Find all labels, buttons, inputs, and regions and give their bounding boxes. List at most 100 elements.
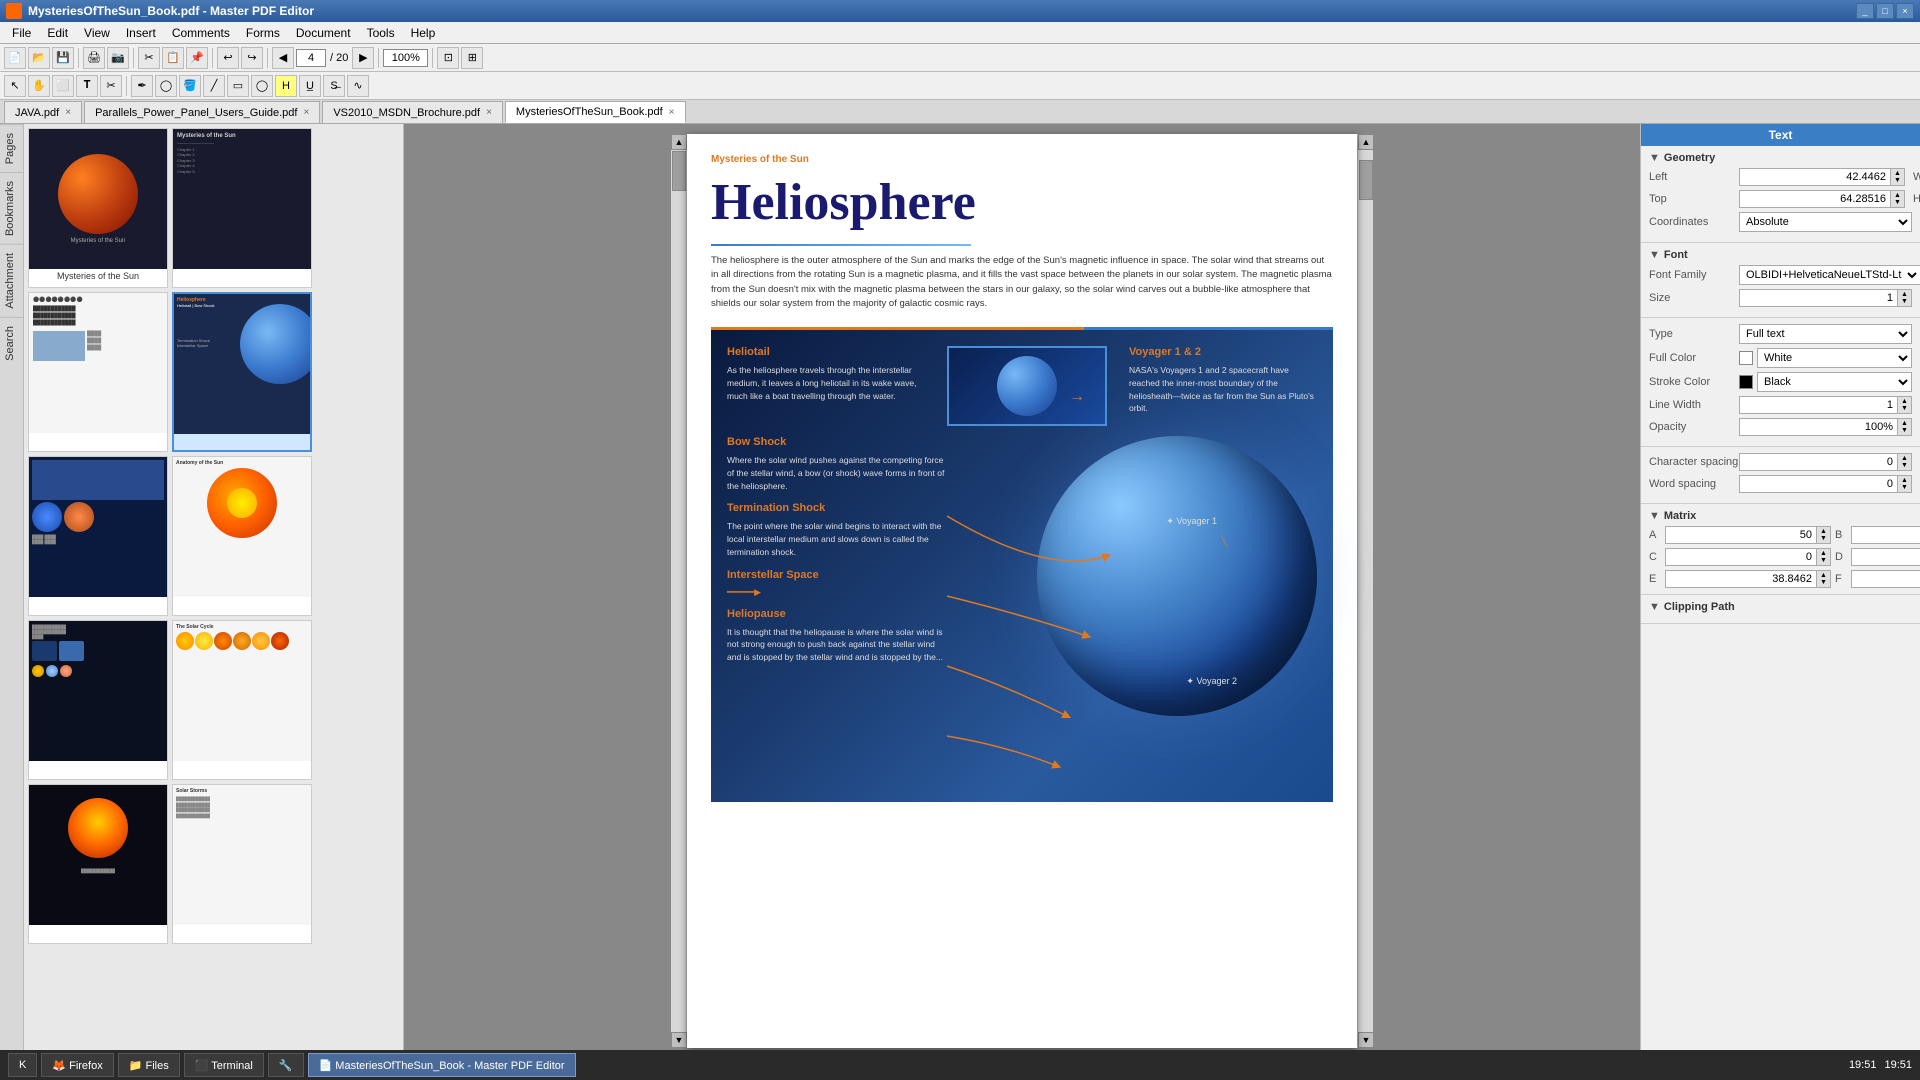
tab-java-close[interactable]: × xyxy=(65,107,71,118)
top-input[interactable] xyxy=(1739,190,1891,208)
select-tool[interactable]: ↖ xyxy=(4,75,26,97)
tab-parallels-close[interactable]: × xyxy=(303,107,309,118)
thumb-page-6[interactable]: Anatomy of the Sun xyxy=(172,456,312,616)
zoom-width[interactable]: ⊞ xyxy=(461,47,483,69)
taskbar-kde[interactable]: K xyxy=(8,1053,37,1077)
page-input[interactable]: 4 xyxy=(296,49,326,67)
panel-tab-pages[interactable]: Pages xyxy=(0,124,23,172)
zoom-fit[interactable]: ⊡ xyxy=(437,47,459,69)
fill-tool[interactable]: 🪣 xyxy=(179,75,201,97)
coordinates-dropdown[interactable]: Absolute xyxy=(1739,212,1912,232)
highlight-tool[interactable]: H xyxy=(275,75,297,97)
strokecolor-swatch[interactable] xyxy=(1739,375,1753,389)
thumb-page-1[interactable]: Mysteries of the Sun Mysteries of the Su… xyxy=(28,128,168,288)
hand-tool[interactable]: ✋ xyxy=(28,75,50,97)
menu-forms[interactable]: Forms xyxy=(238,24,288,42)
matrix-f-input[interactable] xyxy=(1851,570,1920,588)
scroll-thumb[interactable] xyxy=(672,151,686,191)
taskbar-master-pdf[interactable]: 📄 MasteriesOfTheSun_Book - Master PDF Ed… xyxy=(308,1053,576,1077)
open-btn[interactable]: 📂 xyxy=(28,47,50,69)
new-btn[interactable]: 📄 xyxy=(4,47,26,69)
save-btn[interactable]: 💾 xyxy=(52,47,74,69)
wordspacing-input[interactable] xyxy=(1739,475,1898,493)
matrix-e-input[interactable] xyxy=(1665,570,1817,588)
menu-insert[interactable]: Insert xyxy=(118,24,164,42)
rscroll-thumb[interactable] xyxy=(1359,160,1373,200)
rscroll-down-btn[interactable]: ▼ xyxy=(1358,1032,1374,1048)
minimize-button[interactable]: _ xyxy=(1856,3,1874,19)
opacity-spinner[interactable]: ▲▼ xyxy=(1898,418,1912,436)
thumb-page-8[interactable]: The Solar Cycle xyxy=(172,620,312,780)
fullcolor-swatch[interactable] xyxy=(1739,351,1753,365)
tab-vs2010-close[interactable]: × xyxy=(486,107,492,118)
type-dropdown[interactable]: Full text xyxy=(1739,324,1912,344)
paste-btn[interactable]: 📌 xyxy=(186,47,208,69)
crop-tool[interactable]: ✂ xyxy=(100,75,122,97)
matrix-header[interactable]: ▼ Matrix xyxy=(1649,510,1912,522)
panel-tab-search[interactable]: Search xyxy=(0,317,23,369)
tab-mysteries-close[interactable]: × xyxy=(669,107,675,118)
pdf-area[interactable]: ▲ ▼ Mysteries of the Sun Heliosphere The… xyxy=(404,124,1640,1058)
zoom-input[interactable]: 100% xyxy=(383,49,428,67)
font-header[interactable]: ▼ Font xyxy=(1649,249,1912,261)
left-input[interactable] xyxy=(1739,168,1891,186)
menu-comments[interactable]: Comments xyxy=(164,24,238,42)
scroll-up-btn[interactable]: ▲ xyxy=(671,134,687,150)
thumb-page-2[interactable]: Mysteries of the Sun ───────────── Chapt… xyxy=(172,128,312,288)
cut-btn[interactable]: ✂ xyxy=(138,47,160,69)
wordspacing-spinner[interactable]: ▲▼ xyxy=(1898,475,1912,493)
menu-tools[interactable]: Tools xyxy=(359,24,403,42)
top-spinner[interactable]: ▲▼ xyxy=(1891,190,1905,208)
geometry-header[interactable]: ▼ Geometry xyxy=(1649,152,1912,164)
ellipse-tool[interactable]: ◯ xyxy=(251,75,273,97)
menu-document[interactable]: Document xyxy=(288,24,359,42)
thumb-page-4[interactable]: Heliosphere Heliotail | Bow Shock Termin… xyxy=(172,292,312,452)
strokecolor-dropdown[interactable]: Black xyxy=(1757,372,1912,392)
left-scrollbar[interactable]: ▲ ▼ xyxy=(671,134,687,1048)
taskbar-firefox[interactable]: 🦊 Firefox xyxy=(41,1053,113,1077)
panel-tab-bookmarks[interactable]: Bookmarks xyxy=(0,172,23,244)
matrix-a-spinner[interactable]: ▲▼ xyxy=(1817,526,1831,544)
thumb-page-10[interactable]: Solar Storms ███████████████████████████… xyxy=(172,784,312,944)
matrix-a-input[interactable] xyxy=(1665,526,1817,544)
scan-btn[interactable]: 📷 xyxy=(107,47,129,69)
menu-edit[interactable]: Edit xyxy=(39,24,76,42)
fontfamily-dropdown[interactable]: OLBIDI+HelveticaNeueLTStd-Lt xyxy=(1739,265,1920,285)
maximize-button[interactable]: □ xyxy=(1876,3,1894,19)
wavy-tool[interactable]: ∿ xyxy=(347,75,369,97)
rect-tool[interactable]: ▭ xyxy=(227,75,249,97)
thumb-page-5[interactable]: ████ ████████ ████ xyxy=(28,456,168,616)
panel-tab-attachment[interactable]: Attachment xyxy=(0,244,23,317)
menu-view[interactable]: View xyxy=(76,24,118,42)
charspacing-input[interactable] xyxy=(1739,453,1898,471)
redo-btn[interactable]: ↪ xyxy=(241,47,263,69)
thumb-page-9[interactable]: ████████████ xyxy=(28,784,168,944)
scroll-track[interactable] xyxy=(671,150,686,1032)
tab-vs2010[interactable]: VS2010_MSDN_Brochure.pdf × xyxy=(322,101,503,123)
underline-tool[interactable]: U̲ xyxy=(299,75,321,97)
matrix-e-spinner[interactable]: ▲▼ xyxy=(1817,570,1831,588)
rscroll-track[interactable] xyxy=(1358,150,1373,1032)
left-spinner[interactable]: ▲▼ xyxy=(1891,168,1905,186)
nav-next[interactable]: ▶ xyxy=(352,47,374,69)
tab-parallels[interactable]: Parallels_Power_Panel_Users_Guide.pdf × xyxy=(84,101,320,123)
pen-tool[interactable]: ✒ xyxy=(131,75,153,97)
thumb-page-7[interactable]: ████████████████████████████ xyxy=(28,620,168,780)
copy-btn[interactable]: 📋 xyxy=(162,47,184,69)
taskbar-icons[interactable]: 🔧 xyxy=(268,1053,304,1077)
menu-help[interactable]: Help xyxy=(403,24,444,42)
linewidth-spinner[interactable]: ▲▼ xyxy=(1898,396,1912,414)
thumb-page-3[interactable]: ⚫⚫⚫⚫⚫⚫⚫⚫ ████████████ ████████████ █████… xyxy=(28,292,168,452)
matrix-c-input[interactable] xyxy=(1665,548,1817,566)
matrix-d-input[interactable] xyxy=(1851,548,1920,566)
print-btn[interactable]: 🖨 xyxy=(83,47,105,69)
taskbar-terminal[interactable]: ⬛ Terminal xyxy=(184,1053,264,1077)
taskbar-files[interactable]: 📁 Files xyxy=(118,1053,180,1077)
text-select-tool[interactable]: 𝐓 xyxy=(76,75,98,97)
linewidth-input[interactable] xyxy=(1739,396,1898,414)
opacity-input[interactable] xyxy=(1739,418,1898,436)
line-tool[interactable]: ╱ xyxy=(203,75,225,97)
rscroll-up-btn[interactable]: ▲ xyxy=(1358,134,1374,150)
menu-file[interactable]: File xyxy=(4,24,39,42)
clipping-header[interactable]: ▼ Clipping Path xyxy=(1649,601,1912,613)
